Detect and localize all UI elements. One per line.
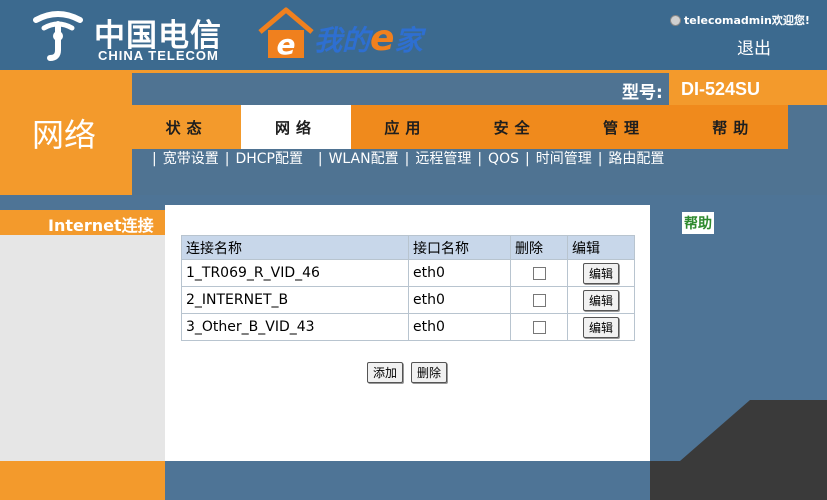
- delete-button[interactable]: 删除: [411, 362, 448, 383]
- sidebar-footer: [0, 461, 165, 500]
- main-tabs: 状态 网络 应用 安全 管理 帮助: [132, 105, 788, 149]
- cell-edit: 编辑: [567, 259, 635, 287]
- tab-status[interactable]: 状态: [132, 105, 242, 149]
- subnav-separator: |: [477, 151, 483, 167]
- section-block: 网络: [0, 70, 132, 195]
- china-telecom-logo: 中国电信 CHINA TELECOM: [30, 6, 230, 64]
- brand-en: CHINA TELECOM: [98, 48, 219, 63]
- add-button[interactable]: 添加: [367, 362, 404, 383]
- cell-connection-name: 3_Other_B_VID_43: [181, 313, 409, 341]
- col-header-delete: 删除: [510, 235, 568, 260]
- nav-area: 型号: DI-524SU 状态 网络 应用 安全 管理 帮助 | 宽带设置 | DHC…: [132, 70, 827, 195]
- table-actions: 添加 删除: [367, 362, 507, 383]
- welcome-message: telecomadmin欢迎您!: [670, 12, 810, 28]
- subnav-separator: |: [308, 151, 323, 167]
- edit-button[interactable]: 编辑: [582, 262, 619, 284]
- table-header-row: 连接名称 接口名称 删除 编辑: [181, 235, 635, 260]
- cell-delete: [510, 286, 568, 314]
- delete-checkbox[interactable]: [532, 293, 546, 307]
- subnav-dhcp[interactable]: DHCP配置: [235, 151, 303, 167]
- col-header-name: 连接名称: [181, 235, 409, 260]
- table-row: 2_INTERNET_B eth0 编辑: [181, 286, 635, 314]
- delete-checkbox[interactable]: [532, 320, 546, 334]
- product-word: 我的: [314, 24, 371, 57]
- cell-edit: 编辑: [567, 286, 635, 314]
- subnav-time[interactable]: 时间管理: [536, 151, 592, 167]
- subnav-separator: |: [404, 151, 410, 167]
- help-title: 帮助: [682, 212, 714, 234]
- connections-table: 连接名称 接口名称 删除 编辑 1_TR069_R_VID_46 eth0 编辑…: [181, 235, 635, 341]
- top-header: 中国电信 CHINA TELECOM e 我的e家 telecomadmin欢迎…: [0, 0, 827, 70]
- product-tail: 家: [394, 24, 423, 57]
- subnav-separator: |: [224, 151, 230, 167]
- product-name: 我的e家: [314, 18, 422, 59]
- help-panel: 帮助: [650, 210, 827, 500]
- sub-navigation: | 宽带设置 | DHCP配置 | WLAN配置 | 远程管理 | QOS | 时间管理 | 路由配置: [146, 148, 664, 168]
- subnav-separator: |: [152, 151, 157, 167]
- table-row: 3_Other_B_VID_43 eth0 编辑: [181, 313, 635, 341]
- welcome-text: telecomadmin欢迎您!: [684, 14, 810, 27]
- tab-network[interactable]: 网络: [241, 105, 351, 149]
- tab-security[interactable]: 安全: [459, 105, 570, 149]
- tab-management[interactable]: 管理: [569, 105, 679, 149]
- subnav-broadband[interactable]: 宽带设置: [163, 151, 219, 167]
- main-content: 连接名称 接口名称 删除 编辑 1_TR069_R_VID_46 eth0 编辑…: [165, 205, 650, 461]
- edit-button[interactable]: 编辑: [582, 289, 619, 311]
- help-panel-decoration: [650, 400, 827, 500]
- svg-text:e: e: [277, 28, 296, 61]
- content-footer: [165, 461, 650, 500]
- my-ehome-logo: e 我的e家: [256, 6, 466, 64]
- house-icon: e: [258, 7, 314, 61]
- model-value: DI-524SU: [669, 73, 827, 105]
- subnav-wlan[interactable]: WLAN配置: [329, 151, 399, 167]
- section-title: 网络: [32, 116, 97, 154]
- subnav-separator: |: [597, 151, 603, 167]
- cell-delete: [510, 313, 568, 341]
- china-telecom-logo-icon: [33, 11, 83, 61]
- cell-interface: eth0: [408, 286, 511, 314]
- cell-delete: [510, 259, 568, 287]
- product-e: e: [370, 18, 395, 59]
- sidebar-item-internet[interactable]: Internet连接: [0, 210, 165, 235]
- cell-connection-name: 1_TR069_R_VID_46: [181, 259, 409, 287]
- delete-checkbox[interactable]: [532, 266, 546, 280]
- subnav-separator: |: [524, 151, 530, 167]
- col-header-interface: 接口名称: [408, 235, 511, 260]
- tab-help[interactable]: 帮助: [678, 105, 788, 149]
- logout-link[interactable]: 退出: [737, 34, 771, 59]
- cell-edit: 编辑: [567, 313, 635, 341]
- sidebar-panel: [0, 235, 165, 461]
- user-status-icon: [670, 15, 681, 26]
- cell-interface: eth0: [408, 259, 511, 287]
- cell-connection-name: 2_INTERNET_B: [181, 286, 409, 314]
- cell-interface: eth0: [408, 313, 511, 341]
- subnav-remote[interactable]: 远程管理: [415, 151, 471, 167]
- table-row: 1_TR069_R_VID_46 eth0 编辑: [181, 259, 635, 287]
- col-header-edit: 编辑: [567, 235, 635, 260]
- model-label: 型号:: [622, 83, 663, 103]
- tab-application[interactable]: 应用: [350, 105, 460, 149]
- subnav-qos[interactable]: QOS: [488, 151, 519, 167]
- edit-button[interactable]: 编辑: [582, 316, 619, 338]
- subnav-route[interactable]: 路由配置: [608, 151, 664, 167]
